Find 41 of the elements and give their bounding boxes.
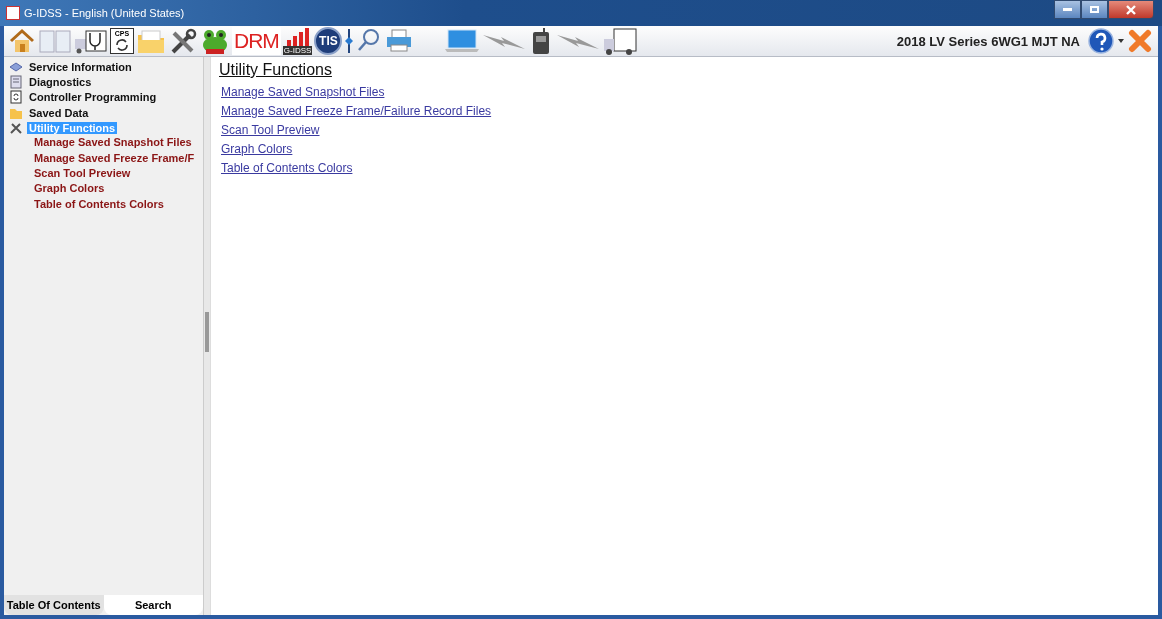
close-icon [1125,4,1137,15]
refresh-icon [9,90,23,105]
chart-button[interactable]: G-IDSS [282,27,313,55]
minimize-button[interactable] [1054,0,1081,19]
bar-chart-icon[interactable] [284,28,311,46]
link[interactable]: Graph Colors [221,142,293,157]
refresh-icon[interactable] [113,38,131,52]
link[interactable]: Table of Contents Colors [221,161,353,176]
drm-button[interactable]: DRM [232,27,281,55]
laptop-icon[interactable] [444,27,481,55]
help-icon[interactable] [1088,28,1114,54]
maximize-button[interactable] [1081,0,1108,19]
vehicle-label: 2018 LV Series 6WG1 MJT NA [896,33,1080,49]
link[interactable]: Scan Tool Preview [221,123,320,138]
tab[interactable]: Table Of Contents [4,595,104,615]
tis-button[interactable]: TIS [314,27,343,55]
tab[interactable]: Search [103,595,203,615]
document-icon [9,74,23,89]
tree-item[interactable]: Service Information [27,60,134,73]
tree-item[interactable]: Controller Programming [27,91,159,104]
tree-item[interactable]: Manage Saved Freeze Frame/F [34,150,204,167]
stethoscope-icon[interactable] [74,27,108,55]
page-heading: Utility Functions [219,61,333,79]
link[interactable]: Manage Saved Freeze Frame/Failure Record Files [221,104,492,119]
tree-item[interactable]: Table of Contents Colors [34,196,204,212]
frog-icon[interactable] [200,27,230,55]
home-icon[interactable] [8,27,36,55]
caret-icon[interactable] [1118,39,1124,43]
window-title: G-IDSS - English (United States) [24,7,186,19]
tree-item[interactable]: Graph Colors [34,181,204,197]
link[interactable]: Manage Saved Snapshot Files [221,85,385,100]
tools-icon [9,120,23,135]
truck-icon[interactable] [602,27,639,55]
tree-item[interactable]: Saved Data [27,106,91,119]
tree-item[interactable]: Diagnostics [27,75,94,88]
splitter-handle[interactable] [204,57,211,615]
close-button[interactable] [1108,0,1154,19]
app-icon [6,6,20,20]
splitter-icon[interactable] [344,27,355,55]
tree-item[interactable]: Scan Tool Preview [34,166,204,182]
tree-item[interactable]: Manage Saved Snapshot Files [34,135,204,151]
